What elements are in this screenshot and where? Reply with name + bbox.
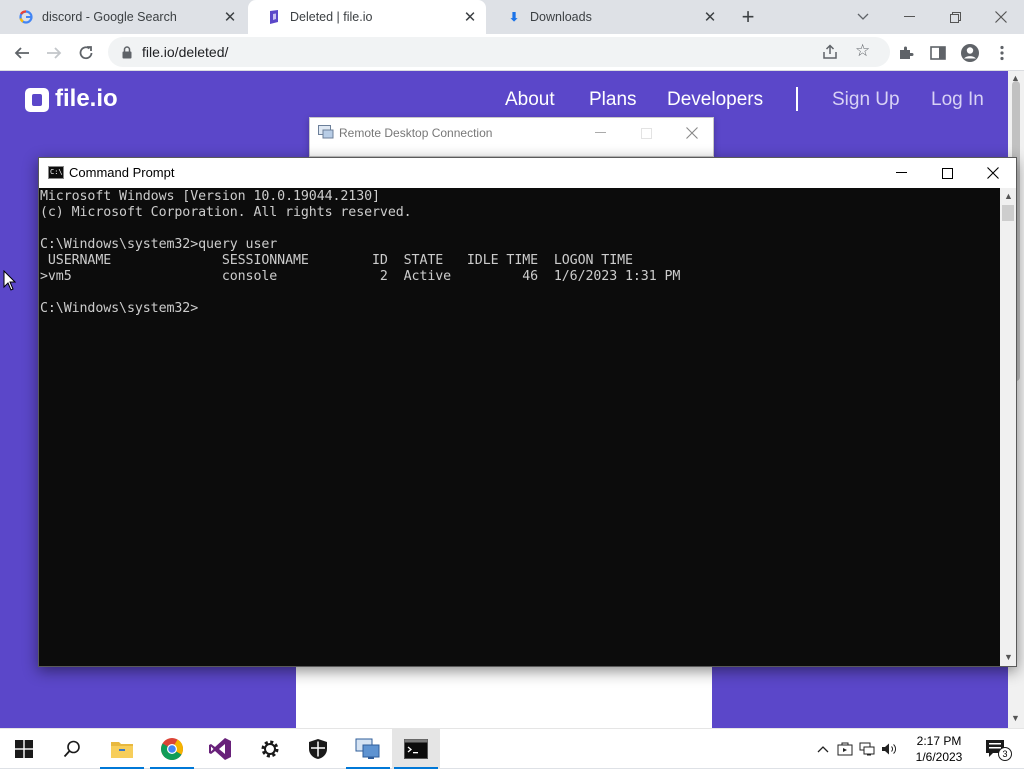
console-prompt-line[interactable]: C:\Windows\system32>: [40, 301, 1000, 317]
lock-icon[interactable]: [120, 44, 134, 60]
restore-icon[interactable]: [932, 0, 978, 34]
cmd-output[interactable]: Microsoft Windows [Version 10.0.19044.21…: [39, 188, 1000, 666]
fileio-icon: [266, 9, 282, 25]
close-icon[interactable]: [970, 158, 1016, 188]
chrome-icon[interactable]: [148, 729, 196, 769]
settings-icon[interactable]: [246, 729, 294, 769]
tab-downloads[interactable]: ⬇ Downloads ✕: [488, 0, 726, 34]
notification-count-badge: 3: [998, 747, 1012, 761]
side-panel-icon[interactable]: [924, 39, 952, 67]
log-in-link[interactable]: Log In: [931, 89, 984, 111]
site-logo-text[interactable]: file.io: [55, 85, 118, 113]
clock-date: 1/6/2023: [915, 750, 963, 764]
clock-time: 2:17 PM: [916, 734, 962, 748]
scroll-down-icon[interactable]: ▼: [1011, 713, 1020, 723]
tab-google-search[interactable]: discord - Google Search ✕: [0, 0, 246, 34]
scroll-down-icon[interactable]: ▼: [1004, 652, 1013, 662]
remote-desktop-title: Remote Desktop Connection: [339, 126, 493, 140]
close-icon[interactable]: [669, 122, 715, 144]
cmd-scrollbar[interactable]: ▲ ▼: [1000, 188, 1016, 666]
nav-divider: [796, 87, 798, 111]
tab-title: discord - Google Search: [42, 10, 177, 24]
security-icon[interactable]: [294, 729, 342, 769]
bookmark-star-icon[interactable]: ☆: [855, 42, 873, 60]
scroll-up-icon[interactable]: ▲: [1004, 191, 1013, 201]
maximize-icon[interactable]: [623, 122, 669, 144]
remote-desktop-icon[interactable]: [344, 729, 392, 769]
cmd-title: Command Prompt: [69, 165, 175, 180]
content-card: [296, 667, 712, 728]
nav-developers-link[interactable]: Developers: [667, 89, 763, 111]
start-icon[interactable]: [0, 729, 48, 769]
mouse-cursor-icon: [3, 269, 17, 292]
browser-toolbar: file.io/deleted/ ☆: [0, 34, 1024, 71]
chrome-menu-icon[interactable]: [988, 39, 1016, 67]
share-icon[interactable]: [821, 43, 839, 61]
scroll-thumb[interactable]: [1002, 205, 1014, 221]
command-prompt-icon[interactable]: [392, 729, 440, 769]
minimize-icon[interactable]: [886, 0, 932, 34]
tab-title: Deleted | file.io: [290, 10, 373, 24]
console-line: USERNAME SESSIONNAME ID STATE IDLE TIME …: [40, 253, 633, 268]
close-icon[interactable]: ✕: [460, 7, 480, 27]
command-prompt-icon: C:\: [48, 166, 64, 179]
network-icon[interactable]: [856, 729, 878, 769]
visual-studio-icon[interactable]: [196, 729, 244, 769]
volume-icon[interactable]: [878, 729, 900, 769]
address-bar[interactable]: file.io/deleted/ ☆: [108, 37, 890, 67]
remote-desktop-icon: [318, 125, 334, 139]
tab-search-icon[interactable]: [840, 0, 886, 34]
tab-fileio-deleted[interactable]: Deleted | file.io ✕: [248, 0, 486, 34]
close-icon[interactable]: ✕: [700, 7, 720, 27]
file-explorer-icon[interactable]: [98, 729, 146, 769]
console-line: C:\Windows\system32>query user: [40, 237, 278, 252]
system-tray: [812, 729, 900, 769]
taskbar-clock[interactable]: 2:17 PM 1/6/2023: [912, 733, 966, 765]
url-text: file.io/deleted/: [142, 44, 229, 60]
windows-taskbar: 2:17 PM 1/6/2023 3: [0, 728, 1024, 769]
google-g-icon: [18, 9, 34, 25]
profile-avatar-icon[interactable]: [956, 39, 984, 67]
browser-tab-strip: discord - Google Search ✕ Deleted | file…: [0, 0, 1024, 34]
nav-plans-link[interactable]: Plans: [589, 89, 637, 111]
reload-icon[interactable]: [72, 39, 100, 67]
sign-up-link[interactable]: Sign Up: [832, 89, 900, 111]
cmd-title-bar[interactable]: C:\ Command Prompt: [39, 158, 1016, 188]
tab-title: Downloads: [530, 10, 592, 24]
minimize-icon[interactable]: [878, 158, 924, 188]
extensions-icon[interactable]: [892, 39, 920, 67]
download-icon: ⬇: [508, 10, 520, 24]
nav-about-link[interactable]: About: [505, 89, 555, 111]
close-window-icon[interactable]: [978, 0, 1024, 34]
back-icon[interactable]: [8, 39, 36, 67]
tray-app-icon[interactable]: [834, 729, 856, 769]
console-line: Microsoft Windows [Version 10.0.19044.21…: [40, 189, 380, 204]
remote-desktop-window[interactable]: Remote Desktop Connection: [309, 117, 714, 157]
new-tab-button[interactable]: +: [734, 4, 762, 30]
console-line: >vm5 console 2 Active 46 1/6/2023 1:31 P…: [40, 269, 681, 284]
fileio-logo-icon[interactable]: [25, 88, 49, 112]
search-icon[interactable]: [48, 729, 96, 769]
notification-center-icon[interactable]: 3: [978, 729, 1012, 769]
forward-icon[interactable]: [40, 39, 68, 67]
chevron-up-icon[interactable]: [812, 729, 834, 769]
minimize-icon[interactable]: [577, 122, 623, 144]
console-line: (c) Microsoft Corporation. All rights re…: [40, 205, 412, 220]
close-icon[interactable]: ✕: [220, 7, 240, 27]
command-prompt-window[interactable]: C:\ Command Prompt Microsoft Windows [Ve…: [38, 157, 1017, 667]
maximize-icon[interactable]: [924, 158, 970, 188]
